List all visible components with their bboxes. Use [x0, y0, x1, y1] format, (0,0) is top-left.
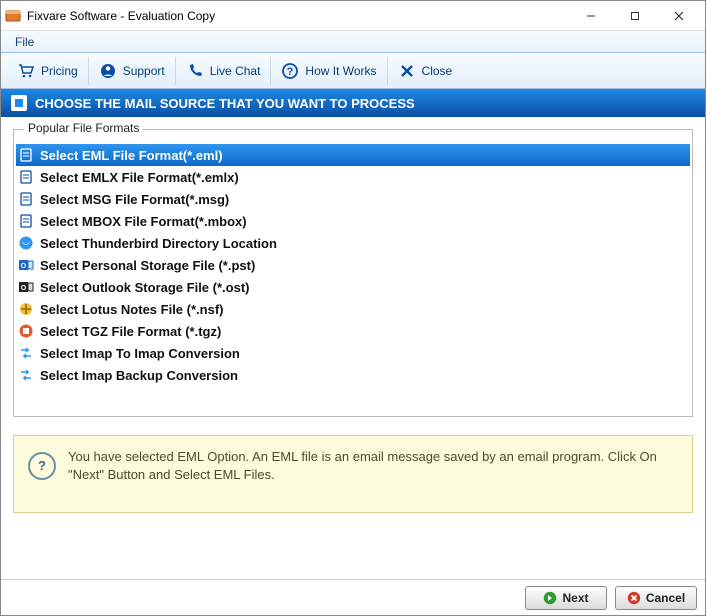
toolbar: Pricing Support Live Chat ? How It Works… — [1, 53, 705, 89]
format-option[interactable]: Select EML File Format(*.eml) — [16, 144, 690, 166]
outlook-pst-icon: O — [18, 257, 34, 273]
info-text: You have selected EML Option. An EML fil… — [68, 448, 678, 484]
format-option[interactable]: Select Thunderbird Directory Location — [16, 232, 690, 254]
tgz-icon — [18, 323, 34, 339]
svg-text:?: ? — [287, 66, 294, 78]
info-panel: ? You have selected EML Option. An EML f… — [13, 435, 693, 513]
phone-icon — [186, 62, 204, 80]
imap-icon — [18, 345, 34, 361]
file-eml-icon — [18, 147, 34, 163]
toolbar-howitworks[interactable]: ? How It Works — [271, 57, 387, 85]
outlook-ost-icon: O — [18, 279, 34, 295]
format-option[interactable]: O Select Outlook Storage File (*.ost) — [16, 276, 690, 298]
minimize-button[interactable] — [569, 1, 613, 31]
toolbar-close[interactable]: Close — [388, 57, 463, 85]
format-option-label: Select MBOX File Format(*.mbox) — [40, 214, 247, 229]
cart-icon — [17, 62, 35, 80]
format-option[interactable]: Select MBOX File Format(*.mbox) — [16, 210, 690, 232]
format-option-label: Select Imap To Imap Conversion — [40, 346, 240, 361]
format-option[interactable]: Select MSG File Format(*.msg) — [16, 188, 690, 210]
format-option-label: Select EML File Format(*.eml) — [40, 148, 223, 163]
toolbar-howitworks-label: How It Works — [305, 64, 376, 78]
file-mbox-icon — [18, 213, 34, 229]
toolbar-livechat-label: Live Chat — [210, 64, 261, 78]
close-icon — [398, 62, 416, 80]
format-option-label: Select TGZ File Format (*.tgz) — [40, 324, 221, 339]
formats-list: Select EML File Format(*.eml) Select EMLX… — [16, 144, 690, 414]
file-emlx-icon — [18, 169, 34, 185]
main-area: Popular File Formats Select EML File For… — [1, 117, 705, 579]
wizard-footer: Next Cancel — [1, 579, 705, 615]
format-option[interactable]: Select Lotus Notes File (*.nsf) — [16, 298, 690, 320]
toolbar-pricing-label: Pricing — [41, 64, 78, 78]
menu-file[interactable]: File — [7, 33, 42, 51]
close-window-button[interactable] — [657, 1, 701, 31]
format-option-label: Select Personal Storage File (*.pst) — [40, 258, 255, 273]
imap-backup-icon — [18, 367, 34, 383]
format-option-label: Select Lotus Notes File (*.nsf) — [40, 302, 223, 317]
menu-bar: File — [1, 31, 705, 53]
format-option[interactable]: Select TGZ File Format (*.tgz) — [16, 320, 690, 342]
cancel-button[interactable]: Cancel — [615, 586, 697, 610]
svg-text:O: O — [21, 285, 27, 292]
section-header-icon — [11, 95, 27, 111]
question-icon: ? — [281, 62, 299, 80]
toolbar-close-label: Close — [422, 64, 453, 78]
thunderbird-icon — [18, 235, 34, 251]
toolbar-support-label: Support — [123, 64, 165, 78]
window-title: Fixvare Software - Evaluation Copy — [27, 9, 569, 23]
format-option-label: Select Imap Backup Conversion — [40, 368, 238, 383]
cancel-button-label: Cancel — [646, 591, 685, 605]
toolbar-pricing[interactable]: Pricing — [7, 57, 89, 85]
format-option[interactable]: Select Imap Backup Conversion — [16, 364, 690, 386]
section-header-text: CHOOSE THE MAIL SOURCE THAT YOU WANT TO … — [35, 96, 415, 111]
section-header: CHOOSE THE MAIL SOURCE THAT YOU WANT TO … — [1, 89, 705, 117]
format-option-label: Select Outlook Storage File (*.ost) — [40, 280, 249, 295]
formats-legend: Popular File Formats — [24, 121, 143, 135]
toolbar-livechat[interactable]: Live Chat — [176, 57, 272, 85]
format-option[interactable]: O Select Personal Storage File (*.pst) — [16, 254, 690, 276]
title-bar: Fixvare Software - Evaluation Copy — [1, 1, 705, 31]
toolbar-support[interactable]: Support — [89, 57, 176, 85]
format-option-label: Select Thunderbird Directory Location — [40, 236, 277, 251]
cancel-x-icon — [627, 591, 641, 605]
support-icon — [99, 62, 117, 80]
svg-text:O: O — [21, 263, 27, 270]
format-option-label: Select EMLX File Format(*.emlx) — [40, 170, 239, 185]
next-arrow-icon — [543, 591, 557, 605]
format-option[interactable]: Select Imap To Imap Conversion — [16, 342, 690, 364]
file-msg-icon — [18, 191, 34, 207]
maximize-button[interactable] — [613, 1, 657, 31]
format-option[interactable]: Select EMLX File Format(*.emlx) — [16, 166, 690, 188]
next-button-label: Next — [562, 591, 588, 605]
next-button[interactable]: Next — [525, 586, 607, 610]
format-option-label: Select MSG File Format(*.msg) — [40, 192, 229, 207]
app-icon — [5, 8, 21, 24]
info-icon: ? — [28, 452, 56, 480]
formats-groupbox: Popular File Formats Select EML File For… — [13, 129, 693, 417]
lotus-icon — [18, 301, 34, 317]
